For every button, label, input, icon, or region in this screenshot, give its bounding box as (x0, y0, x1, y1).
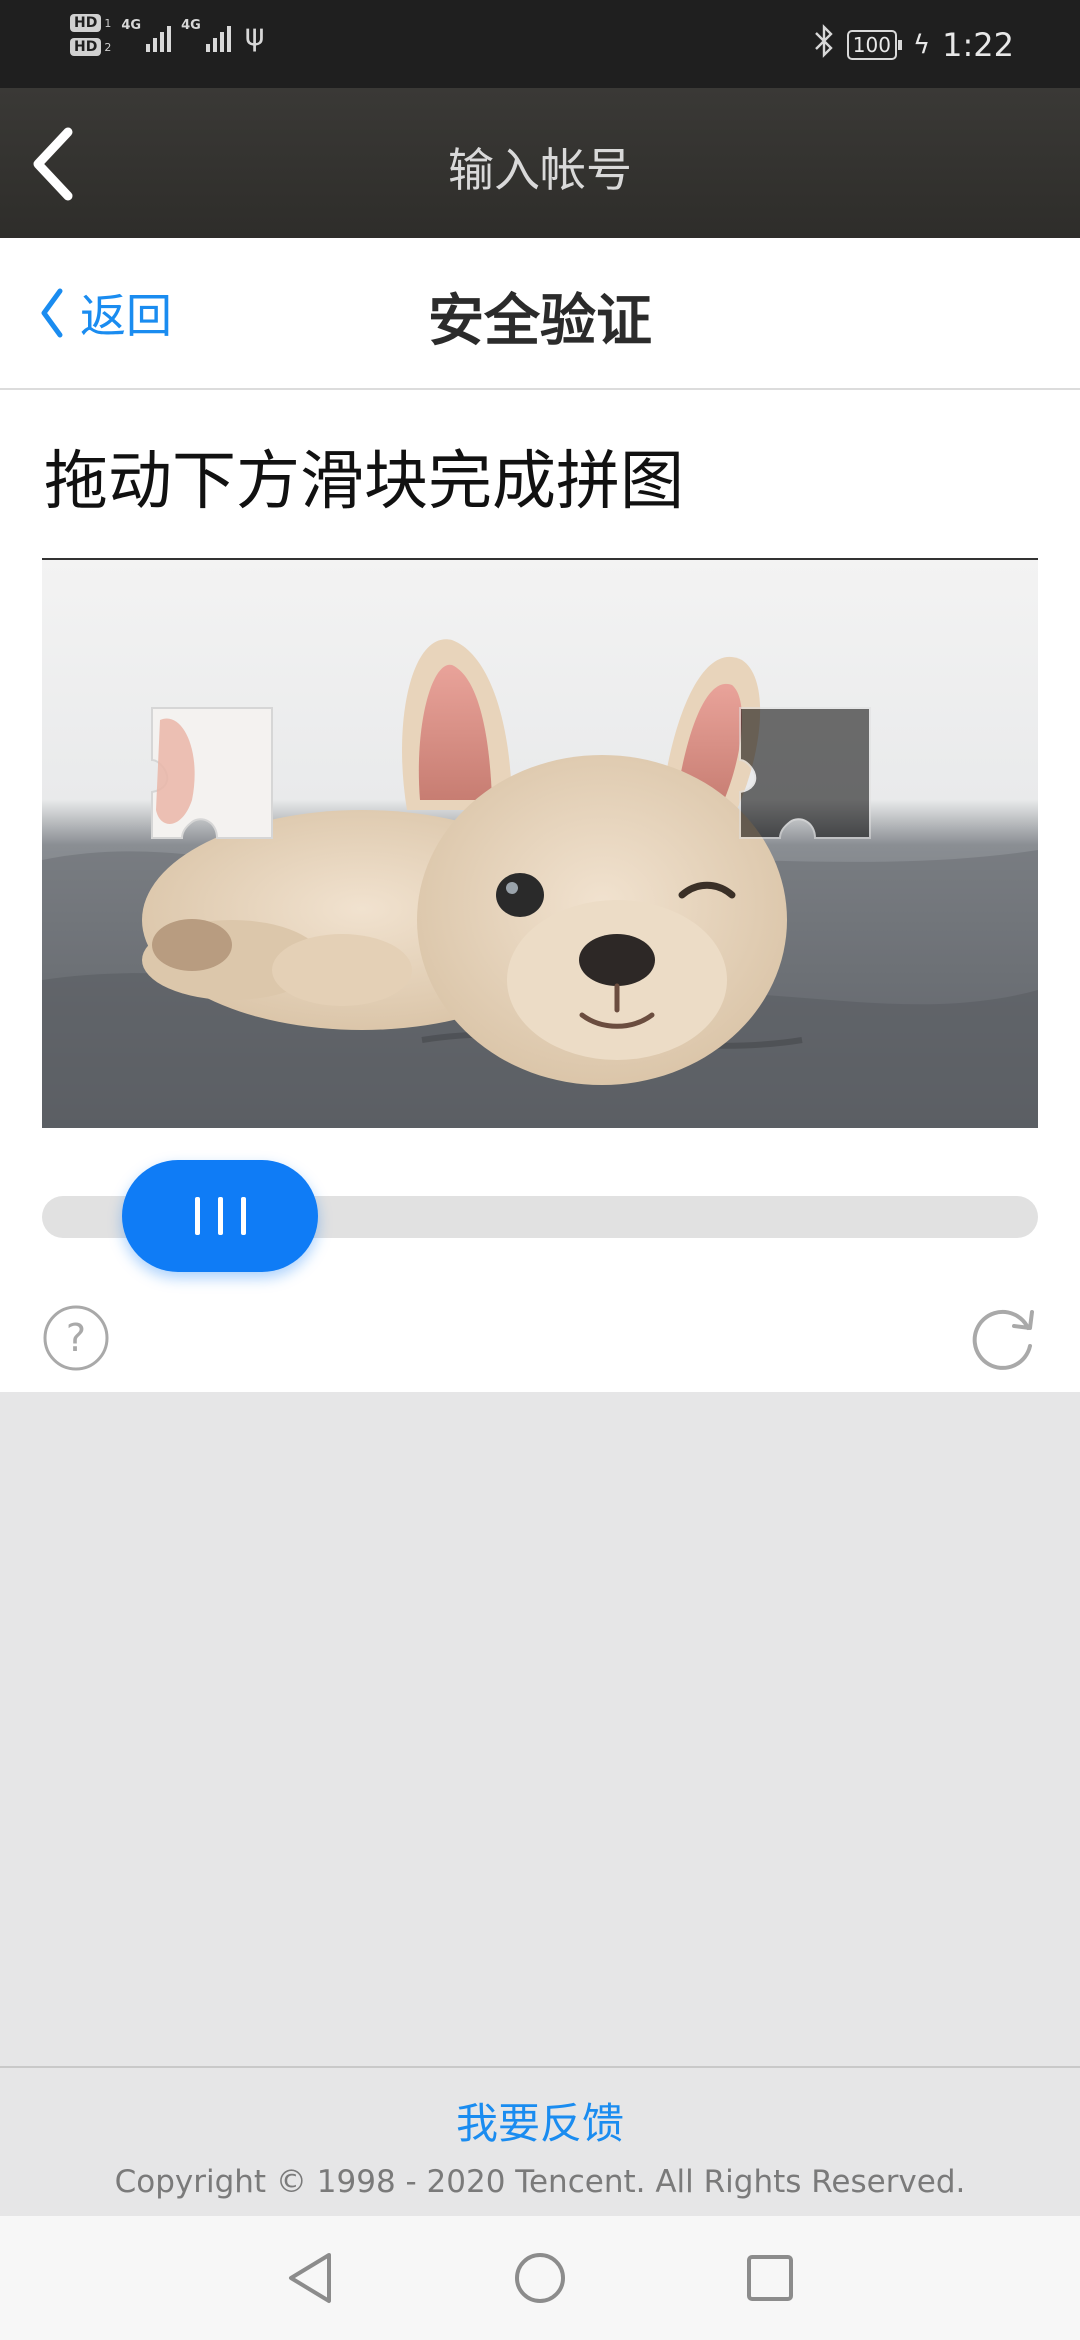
refresh-icon[interactable] (968, 1304, 1038, 1374)
clock: 1:22 (942, 26, 1014, 64)
puzzle-piece (151, 707, 273, 839)
feedback-link[interactable]: 我要反馈 (0, 2090, 1080, 2151)
top-navbar: 输入帐号 (0, 88, 1080, 238)
sim-indicators: HD 1 HD 2 (70, 14, 111, 56)
sim1-indicator: HD 1 (70, 14, 111, 32)
verification-title: 安全验证 (428, 289, 652, 354)
battery-icon: 100 (846, 30, 903, 60)
hd-badge: HD (70, 14, 102, 32)
signal-icon: 4G (121, 18, 172, 52)
signal-icon: 4G (181, 18, 231, 52)
grip-line (194, 1197, 200, 1235)
bluetooth-icon (813, 24, 835, 66)
captcha-instruction: 拖动下方滑块完成拼图 (44, 445, 684, 519)
slider-handle[interactable] (122, 1160, 318, 1272)
sim2-indicator: HD 2 (70, 38, 111, 56)
status-right: 100 ϟ 1:22 (813, 24, 1014, 66)
svg-text:?: ? (66, 1316, 86, 1360)
back-triangle-icon[interactable] (270, 2238, 350, 2318)
grip-line (240, 1197, 246, 1235)
copyright-text: Copyright © 1998 - 2020 Tencent. All Rig… (114, 2164, 966, 2200)
page-title: 输入帐号 (448, 143, 632, 197)
puzzle-slot (739, 707, 871, 839)
footer-divider (0, 2066, 1080, 2068)
status-bar: HD 1 HD 2 4G 4G ψ 100 ϟ 1:22 (0, 0, 1080, 88)
verification-card: 返回 安全验证 拖动下方滑块完成拼图 ? (0, 238, 1080, 1392)
network-type: 4G (181, 18, 201, 33)
usb-icon: ψ (244, 17, 265, 53)
dog-photo (42, 560, 1038, 1128)
sim-index: 2 (104, 40, 112, 54)
grip-line (217, 1197, 223, 1235)
network-type: 4G (121, 18, 142, 33)
captcha-image (42, 558, 1038, 1128)
hd-badge: HD (70, 38, 102, 56)
charging-icon: ϟ (912, 30, 931, 60)
verification-header: 返回 安全验证 (0, 238, 1080, 390)
recents-square-icon[interactable] (730, 2238, 810, 2318)
question-circle-icon[interactable]: ? (42, 1304, 110, 1372)
sim-index: 1 (104, 16, 112, 30)
system-navigation-bar (0, 2216, 1080, 2340)
home-circle-icon[interactable] (500, 2238, 580, 2318)
status-left: HD 1 HD 2 4G 4G ψ (70, 14, 265, 56)
